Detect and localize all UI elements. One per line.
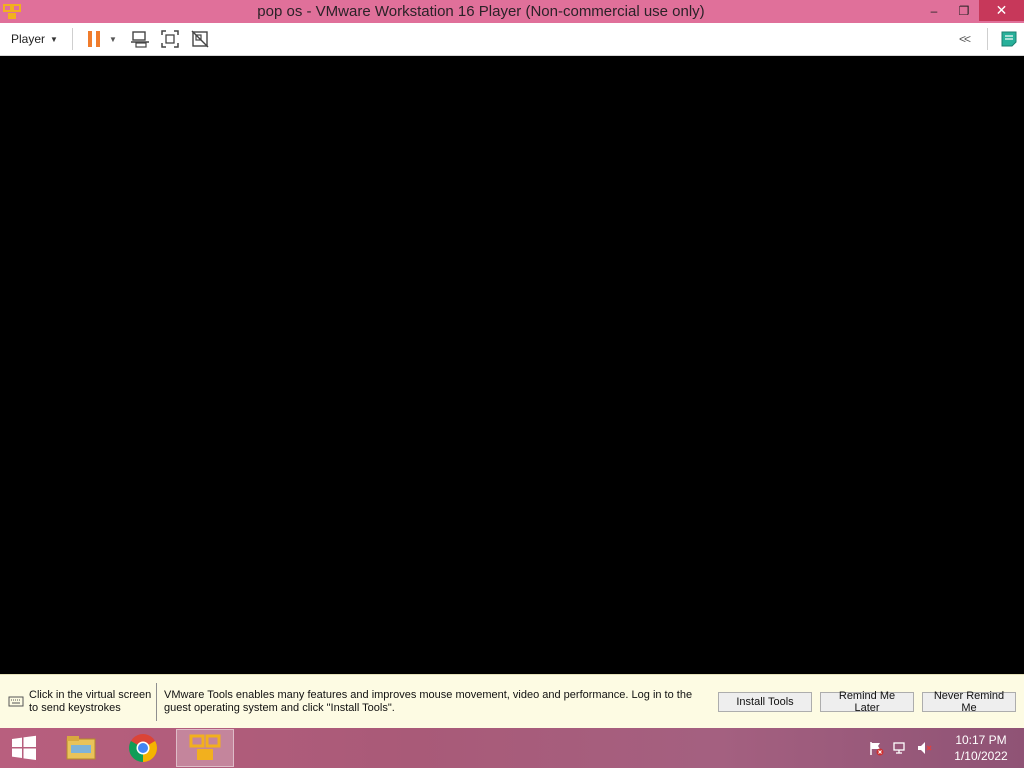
toolbar-divider	[71, 28, 73, 50]
player-toolbar: Player ▼ ▼ <<	[0, 23, 1024, 56]
restore-button[interactable]: ❐	[949, 0, 979, 21]
minimize-button[interactable]: –	[919, 0, 949, 21]
collapse-icon[interactable]: <<	[959, 32, 971, 46]
chevron-down-icon: ▼	[50, 34, 58, 44]
close-button[interactable]: ✕	[979, 0, 1024, 21]
vmware-icon[interactable]	[1, 1, 23, 23]
clock-time: 10:17 PM	[955, 733, 1007, 747]
toolbar-divider	[987, 28, 988, 50]
chrome-icon[interactable]	[114, 729, 172, 767]
pause-icon[interactable]	[81, 26, 107, 52]
vmware-tools-notification: Click in the virtual screen to send keys…	[0, 674, 1024, 728]
remind-me-later-button[interactable]: Remind Me Later	[820, 690, 914, 714]
title-bar: pop os - VMware Workstation 16 Player (N…	[0, 0, 1024, 23]
toolbar-right-group: <<	[959, 26, 1024, 52]
keyboard-icon	[8, 696, 24, 706]
network-icon[interactable]	[889, 737, 911, 759]
virtual-machine-screen[interactable]	[0, 56, 1024, 674]
window-title: pop os - VMware Workstation 16 Player (N…	[257, 3, 705, 20]
taskbar: 10:17 PM 1/10/2022	[0, 728, 1024, 768]
notification-buttons: Install Tools Remind Me Later Never Remi…	[718, 690, 1024, 714]
volume-muted-icon[interactable]	[913, 737, 935, 759]
pause-dropdown-icon[interactable]: ▼	[109, 35, 117, 44]
notes-icon[interactable]	[996, 26, 1022, 52]
keyboard-hint-text: Click in the virtual screen to send keys…	[29, 688, 152, 714]
unity-icon[interactable]	[187, 26, 213, 52]
windows-start-icon[interactable]	[0, 728, 48, 768]
vmware-icon	[189, 734, 221, 760]
taskbar-clock[interactable]: 10:17 PM 1/10/2022	[946, 732, 1016, 764]
action-center-flag-icon[interactable]	[865, 737, 887, 759]
window-controls: – ❐ ✕	[919, 0, 1024, 23]
system-tray: 10:17 PM 1/10/2022	[864, 728, 1024, 768]
vmware-taskbar-item[interactable]	[176, 729, 234, 767]
player-menu-label: Player	[11, 32, 46, 46]
never-remind-me-button[interactable]: Never Remind Me	[922, 690, 1016, 714]
install-tools-button[interactable]: Install Tools	[718, 691, 812, 712]
player-menu-button[interactable]: Player ▼	[0, 27, 66, 51]
clock-date: 1/10/2022	[954, 749, 1008, 763]
fullscreen-icon[interactable]	[157, 26, 183, 52]
file-explorer-icon[interactable]	[52, 729, 110, 767]
tools-message: VMware Tools enables many features and i…	[164, 688, 693, 714]
keyboard-hint: Click in the virtual screen to send keys…	[0, 682, 157, 721]
send-ctrl-alt-del-icon[interactable]	[127, 26, 153, 52]
